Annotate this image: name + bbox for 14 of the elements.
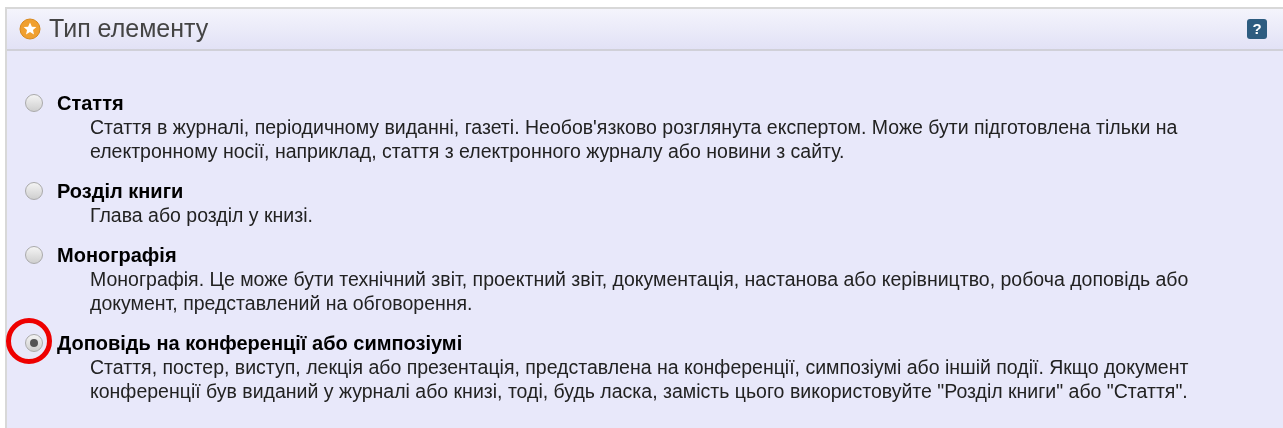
option-title[interactable]: Стаття — [57, 91, 124, 115]
radio-button[interactable] — [25, 182, 43, 200]
help-button[interactable]: ? — [1247, 19, 1267, 39]
option-title[interactable]: Монографія — [57, 243, 177, 267]
option-description: Стаття, постер, виступ, лекція або презентація, представлена на конференції, симпозіумі або іншій події. Якщо документ конференції був виданий у журналі або книзі, тоді, будь ласка, замість цього використовуйте "Розділ книги" або "Стаття". — [90, 355, 1190, 403]
option-description: Монографія. Це може бути технічний звіт, проектний звіт, документація, настанова або керівництво, робоча доповідь або документ, представлений на обговорення. — [90, 267, 1190, 315]
option-description: Стаття в журналі, періодичному виданні, газеті. Необов'язково розглянута експертом. Може бути підготовлена тільки на електронному носії, наприклад, стаття з електронного журналу або новини з сайту. — [90, 115, 1179, 163]
radio-button[interactable] — [25, 334, 43, 352]
radio-button[interactable] — [25, 246, 43, 264]
radio-button[interactable] — [25, 94, 43, 112]
panel-title: Тип елементу — [49, 13, 209, 45]
option-title[interactable]: Розділ книги — [57, 179, 184, 203]
option-title[interactable]: Доповідь на конференції або симпозіумі — [57, 331, 463, 355]
option-description: Глава або розділ у книзі. — [90, 203, 314, 227]
